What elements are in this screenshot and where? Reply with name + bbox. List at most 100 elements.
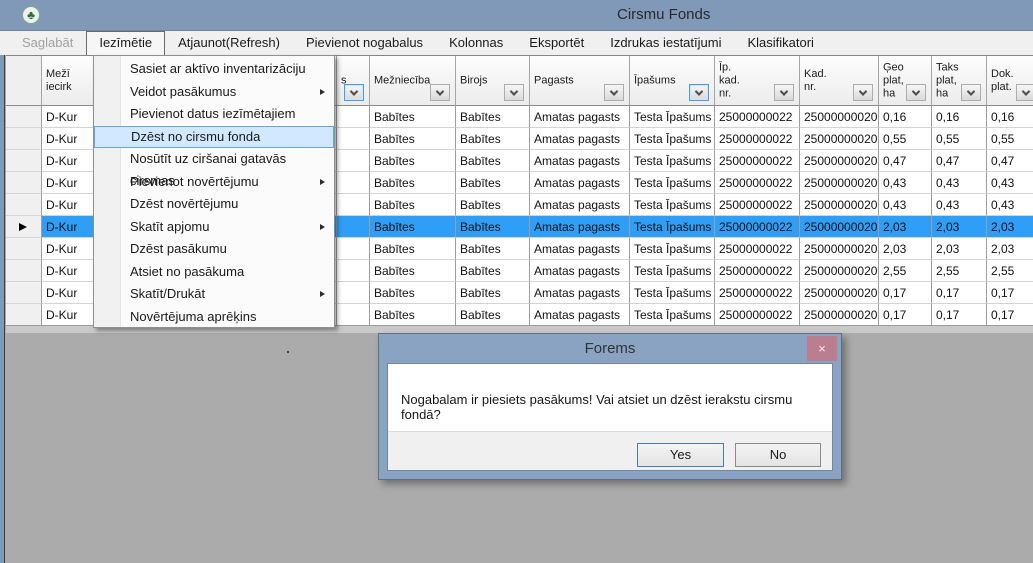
- menubar-item-saglabāt[interactable]: Saglabāt: [9, 31, 86, 55]
- menu-item-pievienot-novērtējumu[interactable]: Pievienot novērtējumu: [94, 171, 334, 194]
- cell-taks[interactable]: 0,47: [932, 150, 987, 172]
- cell-selector[interactable]: [6, 106, 42, 128]
- cell-ipasums[interactable]: Testa Īpašums: [630, 128, 715, 150]
- cell-ipasums[interactable]: Testa Īpašums: [630, 150, 715, 172]
- cell-selector[interactable]: [6, 282, 42, 304]
- cell-geo[interactable]: 2,03: [879, 216, 932, 238]
- filter-dropdown-meznieciba[interactable]: [430, 84, 450, 101]
- cell-pagasts[interactable]: Amatas pagasts: [530, 150, 630, 172]
- cell-geo[interactable]: 2,55: [879, 260, 932, 282]
- menubar-item-kolonnas[interactable]: Kolonnas: [436, 31, 516, 55]
- cell-pagasts[interactable]: Amatas pagasts: [530, 172, 630, 194]
- menubar-item-pievienot-nogabalus[interactable]: Pievienot nogabalus: [293, 31, 436, 55]
- cell-geo[interactable]: 0,17: [879, 304, 932, 325]
- cell-meznieciba[interactable]: Babītes: [370, 172, 456, 194]
- cell-partial[interactable]: [337, 194, 370, 216]
- cell-pagasts[interactable]: Amatas pagasts: [530, 282, 630, 304]
- cell-geo[interactable]: 0,55: [879, 128, 932, 150]
- cell-kad_nr[interactable]: 25000000020: [800, 172, 879, 194]
- column-header-geo[interactable]: Ģeo plat, ha: [879, 56, 932, 106]
- menu-item-sasiet-ar-aktīvo-inventarizāciju[interactable]: Sasiet ar aktīvo inventarizāciju: [94, 58, 334, 81]
- cell-geo[interactable]: 0,47: [879, 150, 932, 172]
- cell-meznieciba[interactable]: Babītes: [370, 128, 456, 150]
- cell-ipasums[interactable]: Testa Īpašums: [630, 194, 715, 216]
- column-header-pagasts[interactable]: Pagasts: [530, 56, 630, 106]
- menu-item-atsiet-no-pasākuma[interactable]: Atsiet no pasākuma: [94, 261, 334, 284]
- cell-kad_nr[interactable]: 25000000020: [800, 194, 879, 216]
- cell-taks[interactable]: 2,55: [932, 260, 987, 282]
- menubar-item-atjaunot-refresh[interactable]: Atjaunot(Refresh): [165, 31, 293, 55]
- cell-partial[interactable]: [337, 304, 370, 325]
- cell-selector[interactable]: [6, 238, 42, 260]
- menu-item-dzēst-novērtējumu[interactable]: Dzēst novērtējumu: [94, 193, 334, 216]
- cell-birojs[interactable]: Babītes: [456, 194, 530, 216]
- cell-ipasums[interactable]: Testa Īpašums: [630, 238, 715, 260]
- cell-meznieciba[interactable]: Babītes: [370, 194, 456, 216]
- cell-birojs[interactable]: Babītes: [456, 106, 530, 128]
- cell-meznieciba[interactable]: Babītes: [370, 106, 456, 128]
- cell-ipasums[interactable]: Testa Īpašums: [630, 282, 715, 304]
- cell-selector[interactable]: [6, 150, 42, 172]
- cell-dok[interactable]: 0,17: [987, 282, 1033, 304]
- filter-dropdown-geo[interactable]: [906, 84, 926, 101]
- cell-ipasums[interactable]: Testa Īpašums: [630, 304, 715, 325]
- column-header-partial[interactable]: s: [337, 56, 370, 106]
- cell-dok[interactable]: 2,03: [987, 238, 1033, 260]
- column-header-ip_kad_nr[interactable]: Īp. kad. nr.: [715, 56, 800, 106]
- cell-ip_kad_nr[interactable]: 25000000022: [715, 260, 800, 282]
- cell-ip_kad_nr[interactable]: 25000000022: [715, 304, 800, 325]
- cell-birojs[interactable]: Babītes: [456, 216, 530, 238]
- cell-ipasums[interactable]: Testa Īpašums: [630, 106, 715, 128]
- cell-taks[interactable]: 2,03: [932, 238, 987, 260]
- cell-pagasts[interactable]: Amatas pagasts: [530, 260, 630, 282]
- cell-kad_nr[interactable]: 25000000020: [800, 304, 879, 325]
- cell-partial[interactable]: [337, 238, 370, 260]
- menu-item-novērtējuma-aprēķins[interactable]: Novērtējuma aprēķins: [94, 306, 334, 329]
- cell-geo[interactable]: 0,17: [879, 282, 932, 304]
- cell-geo[interactable]: 0,43: [879, 194, 932, 216]
- cell-pagasts[interactable]: Amatas pagasts: [530, 194, 630, 216]
- cell-partial[interactable]: [337, 128, 370, 150]
- menu-item-skatīt-drukāt[interactable]: Skatīt/Drukāt: [94, 283, 334, 306]
- cell-birojs[interactable]: Babītes: [456, 150, 530, 172]
- filter-dropdown-kad_nr[interactable]: [853, 84, 873, 101]
- cell-partial[interactable]: [337, 106, 370, 128]
- cell-partial[interactable]: [337, 172, 370, 194]
- cell-taks[interactable]: 0,17: [932, 282, 987, 304]
- no-button[interactable]: No: [735, 443, 821, 467]
- cell-selector[interactable]: [6, 216, 42, 238]
- cell-partial[interactable]: [337, 216, 370, 238]
- menu-item-dzēst-no-cirsmu-fonda[interactable]: Dzēst no cirsmu fonda: [94, 125, 334, 148]
- cell-pagasts[interactable]: Amatas pagasts: [530, 128, 630, 150]
- column-header-dok[interactable]: Dok. plat.: [987, 56, 1033, 106]
- cell-partial[interactable]: [337, 260, 370, 282]
- cell-ip_kad_nr[interactable]: 25000000022: [715, 282, 800, 304]
- menubar-item-eksportēt[interactable]: Eksportēt: [516, 31, 597, 55]
- cell-ipasums[interactable]: Testa Īpašums: [630, 260, 715, 282]
- yes-button[interactable]: Yes: [637, 443, 724, 467]
- column-header-birojs[interactable]: Birojs: [456, 56, 530, 106]
- cell-taks[interactable]: 0,43: [932, 194, 987, 216]
- cell-ipasums[interactable]: Testa Īpašums: [630, 172, 715, 194]
- cell-dok[interactable]: 2,55: [987, 260, 1033, 282]
- cell-kad_nr[interactable]: 25000000020: [800, 260, 879, 282]
- cell-kad_nr[interactable]: 25000000020: [800, 216, 879, 238]
- cell-meznieciba[interactable]: Babītes: [370, 238, 456, 260]
- cell-pagasts[interactable]: Amatas pagasts: [530, 106, 630, 128]
- column-header-ipasums[interactable]: Īpašums: [630, 56, 715, 106]
- cell-dok[interactable]: 0,16: [987, 106, 1033, 128]
- column-header-meznieciba[interactable]: Mežniecība: [370, 56, 456, 106]
- close-icon[interactable]: ×: [807, 336, 837, 361]
- menu-item-nosūtīt-uz-ciršanai-gatavās-cirsmas[interactable]: Nosūtīt uz ciršanai gatavās cirsmas: [94, 148, 334, 188]
- filter-dropdown-birojs[interactable]: [504, 84, 524, 101]
- filter-dropdown-pagasts[interactable]: [604, 84, 624, 101]
- cell-geo[interactable]: 0,43: [879, 172, 932, 194]
- column-header-taks[interactable]: Taks plat, ha: [932, 56, 987, 106]
- cell-partial[interactable]: [337, 150, 370, 172]
- cell-birojs[interactable]: Babītes: [456, 260, 530, 282]
- cell-geo[interactable]: 2,03: [879, 238, 932, 260]
- cell-meznieciba[interactable]: Babītes: [370, 216, 456, 238]
- cell-meznieciba[interactable]: Babītes: [370, 150, 456, 172]
- cell-meznieciba[interactable]: Babītes: [370, 282, 456, 304]
- cell-ip_kad_nr[interactable]: 25000000022: [715, 238, 800, 260]
